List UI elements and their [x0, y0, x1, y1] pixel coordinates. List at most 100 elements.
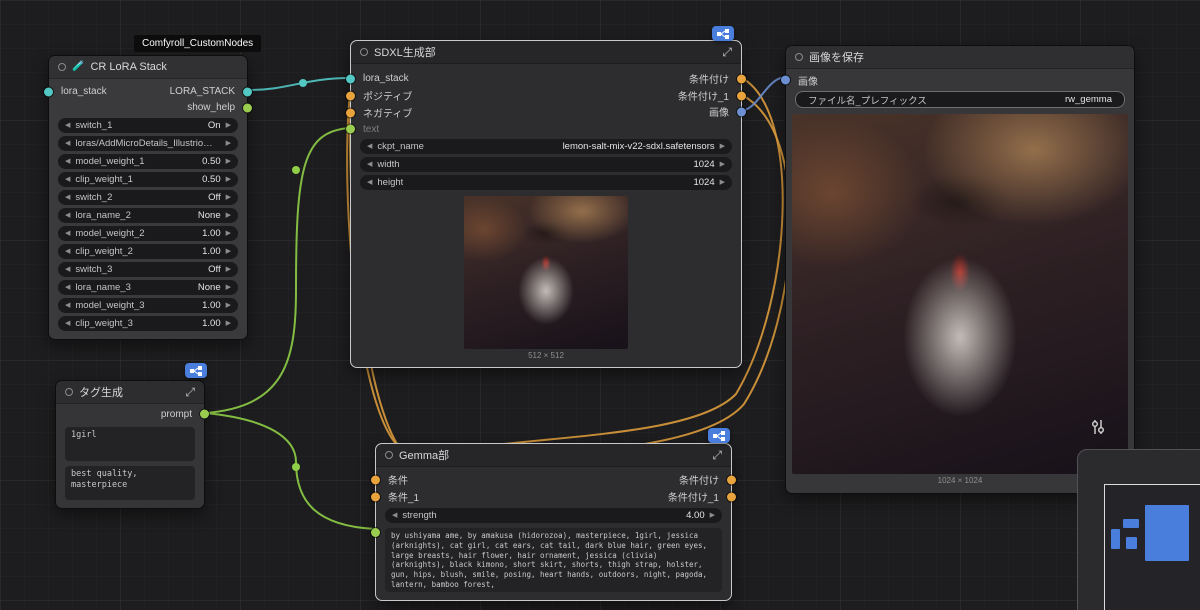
input-label: lora_stack [61, 86, 107, 97]
decrement-arrow-icon[interactable]: ◀ [367, 143, 372, 150]
port-row: lora_stack LORA_STACK [44, 83, 252, 100]
decrement-arrow-icon[interactable]: ◀ [65, 212, 70, 219]
decrement-arrow-icon[interactable]: ◀ [65, 176, 70, 183]
collapse-dot-icon[interactable] [360, 48, 368, 56]
output-port-conditioning[interactable] [727, 475, 736, 484]
input-port-cond-1[interactable] [371, 492, 380, 501]
reroute-dot[interactable] [299, 79, 307, 87]
decrement-arrow-icon[interactable]: ◀ [65, 194, 70, 201]
widget-row[interactable]: ◀ model_weight_2 1.00 ▶ [58, 226, 238, 241]
decrement-arrow-icon[interactable]: ◀ [65, 122, 70, 129]
widget-row[interactable]: ◀ clip_weight_1 0.50 ▶ [58, 172, 238, 187]
increment-arrow-icon[interactable]: ▶ [226, 212, 231, 219]
input-port-cond[interactable] [371, 475, 380, 484]
widget-row[interactable]: ◀ model_weight_1 0.50 ▶ [58, 154, 238, 169]
text-widget[interactable]: by ushiyama ame, by amakusa (hidorozoa),… [385, 528, 722, 592]
widget-row[interactable]: ◀ width 1024 ▶ [360, 157, 732, 172]
widget-row[interactable]: ◀ loras/AddMicroDetails_Illustrious ... … [58, 136, 238, 151]
port-row: ネガティブ [346, 104, 741, 121]
increment-arrow-icon[interactable]: ▶ [226, 284, 231, 291]
collapse-dot-icon[interactable] [58, 63, 66, 71]
increment-arrow-icon[interactable]: ▶ [226, 194, 231, 201]
widget-row[interactable]: ◀ height 1024 ▶ [360, 175, 732, 190]
output-port-conditioning[interactable] [737, 74, 746, 83]
node-tag-generator[interactable]: タグ生成 ⤢ prompt 1girl best quality, master… [55, 380, 209, 509]
text-widget[interactable]: best quality, masterpiece [65, 466, 195, 500]
widget-row[interactable]: ◀ switch_3 Off ▶ [58, 262, 238, 277]
decrement-arrow-icon[interactable]: ◀ [65, 230, 70, 237]
decrement-arrow-icon[interactable]: ◀ [65, 248, 70, 255]
widget-row[interactable]: ◀ clip_weight_3 1.00 ▶ [58, 316, 238, 331]
increment-arrow-icon[interactable]: ▶ [226, 302, 231, 309]
decrement-arrow-icon[interactable]: ◀ [65, 140, 70, 147]
widget-row[interactable]: ◀ strength 4.00 ▶ [385, 508, 722, 523]
node-header[interactable]: 画像を保存 [786, 46, 1134, 69]
decrement-arrow-icon[interactable]: ◀ [367, 179, 372, 186]
decrement-arrow-icon[interactable]: ◀ [367, 161, 372, 168]
text-widget[interactable]: 1girl [65, 427, 195, 461]
node-header[interactable]: タグ生成 ⤢ [56, 381, 204, 404]
input-port-lora-stack[interactable] [44, 87, 53, 96]
node-cr-lora-stack[interactable]: 🧪 CR LoRA Stack lora_stack LORA_STACK sh… [44, 55, 252, 340]
widget-row[interactable]: ◀ switch_1 On ▶ [58, 118, 238, 133]
collapse-dot-icon[interactable] [65, 388, 73, 396]
output-port-show-help[interactable] [243, 103, 252, 112]
output-port-lora-stack[interactable] [243, 87, 252, 96]
decrement-arrow-icon[interactable]: ◀ [65, 302, 70, 309]
expand-icon[interactable]: ⤢ [722, 46, 732, 58]
increment-arrow-icon[interactable]: ▶ [226, 230, 231, 237]
increment-arrow-icon[interactable]: ▶ [226, 248, 231, 255]
reroute-dot[interactable] [292, 166, 300, 174]
output-port-conditioning-1[interactable] [737, 91, 746, 100]
decrement-arrow-icon[interactable]: ◀ [65, 320, 70, 327]
node-header[interactable]: Gemma部 ⤢ [376, 444, 731, 467]
reroute-dot[interactable] [292, 463, 300, 471]
decrement-arrow-icon[interactable]: ◀ [65, 158, 70, 165]
increment-arrow-icon[interactable]: ▶ [226, 266, 231, 273]
node-header[interactable]: SDXL生成部 ⤢ [351, 41, 741, 64]
increment-arrow-icon[interactable]: ▶ [226, 122, 231, 129]
input-port-positive[interactable] [346, 91, 355, 100]
node-save-image[interactable]: 画像を保存 画像 ファイル名_プレフィックス rw_gemma 1024 × 1… [781, 45, 1135, 494]
increment-arrow-icon[interactable]: ▶ [226, 176, 231, 183]
node-header[interactable]: 🧪 CR LoRA Stack [49, 56, 247, 79]
expand-icon[interactable]: ⤢ [712, 449, 722, 461]
output-port-image[interactable] [737, 107, 746, 116]
input-port-negative[interactable] [346, 108, 355, 117]
preview-image [464, 196, 628, 349]
node-sdxl-generator[interactable]: SDXL生成部 ⤢ lora_stack ポジティブ ネガティブ text 条件… [346, 40, 746, 368]
widget-row[interactable]: ◀ clip_weight_2 1.00 ▶ [58, 244, 238, 259]
increment-arrow-icon[interactable]: ▶ [720, 179, 725, 186]
increment-arrow-icon[interactable]: ▶ [720, 143, 725, 150]
output-port-conditioning-1[interactable] [727, 492, 736, 501]
decrement-arrow-icon[interactable]: ◀ [65, 284, 70, 291]
filename-prefix-widget[interactable]: ファイル名_プレフィックス rw_gemma [795, 91, 1125, 108]
output-label: LORA_STACK [169, 86, 235, 97]
widget-row[interactable]: ◀ lora_name_2 None ▶ [58, 208, 238, 223]
decrement-arrow-icon[interactable]: ◀ [392, 512, 397, 519]
settings-slider-icon[interactable] [1088, 417, 1108, 437]
input-port-gemma-text[interactable] [371, 528, 380, 537]
widget-row[interactable]: ◀ ckpt_name lemon-salt-mix-v22-sdxl.safe… [360, 139, 732, 154]
minimap-viewport[interactable] [1104, 484, 1200, 610]
increment-arrow-icon[interactable]: ▶ [720, 161, 725, 168]
expand-icon[interactable]: ⤢ [185, 386, 195, 398]
widget-row[interactable]: ◀ model_weight_3 1.00 ▶ [58, 298, 238, 313]
node-graph-canvas[interactable]: { "colors": { "wire_teal": "#53c7c4", "w… [0, 0, 1200, 610]
minimap-panel[interactable] [1077, 449, 1200, 610]
increment-arrow-icon[interactable]: ▶ [226, 158, 231, 165]
collapse-dot-icon[interactable] [795, 53, 803, 61]
widget-row[interactable]: ◀ lora_name_3 None ▶ [58, 280, 238, 295]
decrement-arrow-icon[interactable]: ◀ [65, 266, 70, 273]
increment-arrow-icon[interactable]: ▶ [226, 140, 231, 147]
output-port-prompt[interactable] [200, 409, 209, 419]
input-port-lora-stack[interactable] [346, 74, 355, 83]
node-gemma[interactable]: Gemma部 ⤢ 条件 条件_1 条件付け 条件付け_1 ◀ strength … [371, 443, 736, 601]
increment-arrow-icon[interactable]: ▶ [226, 320, 231, 327]
input-port-text[interactable] [346, 124, 355, 134]
collapse-dot-icon[interactable] [385, 451, 393, 459]
widget-row[interactable]: ◀ switch_2 Off ▶ [58, 190, 238, 205]
input-label: lora_stack [363, 73, 409, 84]
increment-arrow-icon[interactable]: ▶ [710, 512, 715, 519]
input-port-image[interactable] [781, 75, 790, 85]
